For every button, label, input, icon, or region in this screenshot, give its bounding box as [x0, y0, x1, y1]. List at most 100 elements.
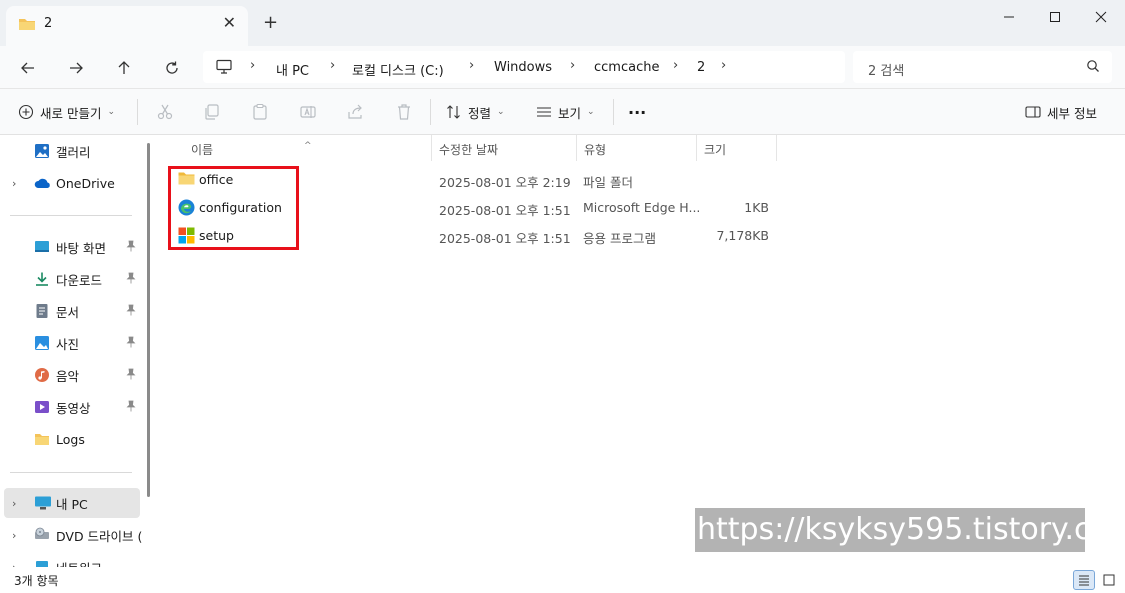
toolbar-divider	[137, 99, 138, 125]
table-row[interactable]: setup 2025-08-01 오후 1:51 응용 프로그램 7,178KB	[170, 221, 1110, 249]
command-bar: 새로 만들기 ⌄ 정렬 ⌄ 보기 ⌄ ··· 세부 정보	[0, 89, 1125, 135]
view-button[interactable]: 보기 ⌄	[536, 89, 595, 135]
breadcrumb-ccmcache[interactable]: ccmcache	[594, 60, 659, 75]
sidebar-item-label: Logs	[56, 431, 85, 447]
video-icon	[34, 399, 50, 418]
cut-icon[interactable]	[156, 103, 174, 124]
computer-icon	[34, 495, 52, 514]
refresh-icon	[166, 61, 178, 74]
sidebar-item-logs[interactable]: Logs	[0, 424, 140, 454]
file-size: 7,178KB	[716, 228, 769, 243]
breadcrumb-local-disk[interactable]: 로컬 디스크 (C:)	[352, 60, 444, 79]
computer-icon[interactable]	[215, 59, 233, 78]
details-view-button[interactable]	[1073, 570, 1095, 590]
pin-icon	[126, 400, 136, 415]
maximize-button[interactable]	[1032, 6, 1078, 28]
chevron-right-icon[interactable]: ›	[12, 497, 16, 510]
title-bar: 2 ✕ +	[0, 0, 1125, 46]
view-list-icon	[537, 107, 551, 117]
sort-button-label: 정렬	[468, 105, 492, 121]
breadcrumb-separator[interactable]: ›	[721, 58, 726, 73]
sidebar-item-videos[interactable]: 동영상	[0, 392, 140, 422]
tiles-view-button[interactable]	[1098, 570, 1120, 590]
chevron-right-icon[interactable]: ›	[12, 529, 16, 542]
network-icon	[34, 559, 50, 567]
copy-icon[interactable]	[203, 103, 221, 124]
breadcrumb-separator[interactable]: ›	[330, 58, 335, 73]
sidebar-item-music[interactable]: 음악	[0, 360, 140, 390]
share-icon[interactable]	[347, 103, 365, 124]
address-bar[interactable]: › 내 PC › 로컬 디스크 (C:) › Windows › ccmcach…	[203, 51, 845, 83]
sidebar-divider	[10, 215, 132, 216]
details-pane-button[interactable]: 세부 정보	[1025, 89, 1097, 135]
pin-icon	[126, 368, 136, 383]
minimize-button[interactable]	[986, 6, 1032, 28]
table-row[interactable]: office 2025-08-01 오후 2:19 파일 폴더	[170, 165, 1110, 193]
paste-icon[interactable]	[251, 103, 269, 124]
sort-ascending-icon: ^	[304, 141, 312, 151]
forward-button[interactable]	[63, 55, 89, 81]
table-row[interactable]: configuration 2025-08-01 오후 1:51 Microso…	[170, 193, 1110, 221]
file-date: 2025-08-01 오후 2:19	[439, 175, 571, 190]
column-divider[interactable]	[576, 135, 577, 161]
tab-close-icon[interactable]: ✕	[223, 13, 236, 32]
search-icon	[1086, 59, 1100, 76]
annotation-highlight-box	[168, 166, 299, 250]
sidebar-item-dvd[interactable]: › DVD 드라이브 (	[0, 520, 143, 550]
chevron-down-icon: ⌄	[587, 107, 595, 117]
breadcrumb-separator[interactable]: ›	[570, 58, 575, 73]
chevron-right-icon[interactable]: ›	[12, 177, 16, 190]
sidebar-item-network[interactable]: › 네트워크	[0, 552, 140, 567]
details-pane-icon	[1025, 106, 1041, 118]
sidebar-item-this-pc[interactable]: › 내 PC	[4, 488, 140, 518]
search-box[interactable]: 2 검색	[853, 51, 1112, 83]
column-header-size[interactable]: 크기	[704, 141, 726, 158]
sidebar-item-onedrive[interactable]: › OneDrive	[0, 168, 140, 198]
pin-icon	[126, 336, 136, 351]
new-tab-button[interactable]: +	[263, 12, 278, 33]
column-divider[interactable]	[696, 135, 697, 161]
sidebar-item-documents[interactable]: 문서	[0, 296, 140, 326]
arrow-up-icon	[118, 61, 130, 74]
sidebar-item-label: 네트워크	[56, 558, 102, 568]
pin-icon	[126, 304, 136, 319]
sort-button[interactable]: 정렬 ⌄	[446, 89, 505, 135]
breadcrumb-current[interactable]: 2	[697, 60, 705, 75]
sidebar-item-label: DVD 드라이브 (	[56, 528, 143, 544]
sidebar-scrollbar[interactable]	[147, 143, 150, 497]
sidebar-item-desktop[interactable]: 바탕 화면	[0, 232, 140, 262]
search-input[interactable]: 2 검색	[868, 60, 904, 79]
column-header-date[interactable]: 수정한 날짜	[439, 141, 498, 158]
column-header-name[interactable]: 이름	[191, 141, 213, 158]
file-size: 1KB	[744, 200, 769, 215]
pin-icon	[126, 240, 136, 255]
refresh-button[interactable]	[159, 55, 185, 81]
column-divider[interactable]	[431, 135, 432, 161]
breadcrumb-separator[interactable]: ›	[673, 58, 678, 73]
column-header-type[interactable]: 유형	[584, 141, 606, 158]
close-window-button[interactable]	[1078, 6, 1124, 28]
desktop-icon	[34, 239, 50, 258]
arrow-right-icon	[70, 62, 83, 74]
new-button[interactable]: 새로 만들기 ⌄	[18, 89, 115, 135]
back-button[interactable]	[15, 55, 41, 81]
sidebar-item-label: 문서	[56, 304, 80, 320]
sidebar-item-downloads[interactable]: 다운로드	[0, 264, 140, 294]
sidebar-item-label: 바탕 화면	[56, 240, 106, 256]
delete-icon[interactable]	[395, 103, 413, 124]
sidebar-item-pictures[interactable]: 사진	[0, 328, 140, 358]
breadcrumb-separator[interactable]: ›	[469, 58, 474, 73]
tab-title: 2	[44, 16, 53, 31]
breadcrumb-separator[interactable]: ›	[250, 58, 255, 73]
column-divider[interactable]	[776, 135, 777, 161]
pin-icon	[126, 272, 136, 287]
breadcrumb-this-pc[interactable]: 내 PC	[276, 60, 309, 79]
breadcrumb-windows[interactable]: Windows	[494, 60, 552, 75]
rename-icon[interactable]	[299, 103, 317, 124]
column-header-row: ^ 이름 수정한 날짜 유형 크기	[158, 135, 1125, 161]
sidebar-item-gallery[interactable]: 갤러리	[0, 136, 140, 166]
tab-current[interactable]: 2 ✕	[6, 6, 248, 46]
up-button[interactable]	[111, 55, 137, 81]
more-options-button[interactable]: ···	[628, 89, 646, 135]
sidebar-item-label: 갤러리	[56, 144, 91, 160]
